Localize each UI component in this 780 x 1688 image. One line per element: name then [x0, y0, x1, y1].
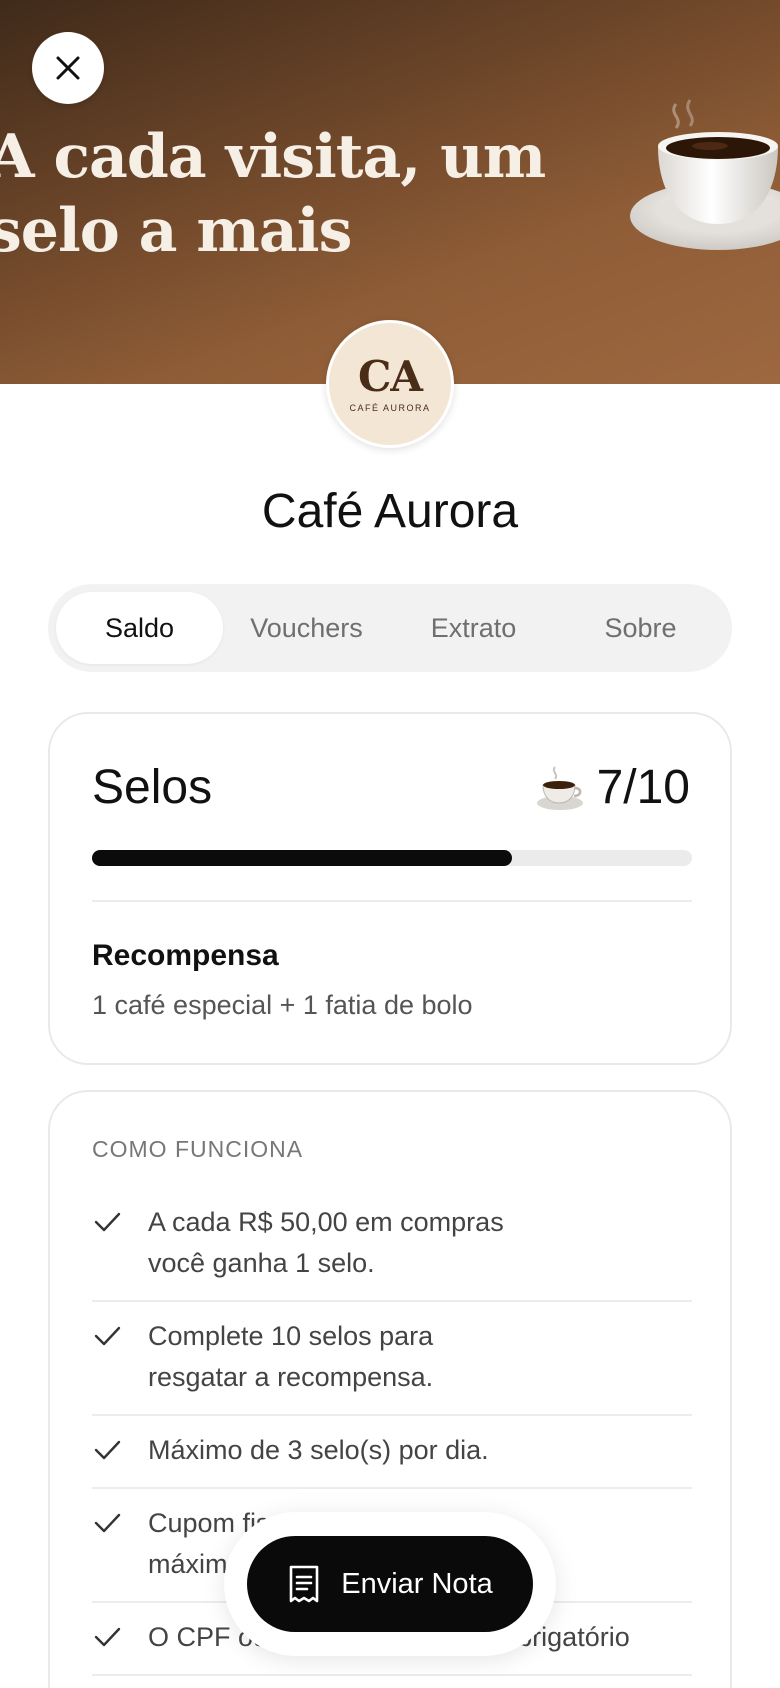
close-button[interactable] — [32, 32, 104, 104]
tab-bar: Saldo Vouchers Extrato Sobre — [48, 584, 732, 672]
check-icon — [94, 1513, 121, 1533]
receipt-icon — [289, 1565, 319, 1603]
check-icon — [94, 1326, 121, 1346]
stamps-progress-bar — [92, 850, 692, 866]
tab-vouchers[interactable]: Vouchers — [223, 592, 390, 664]
stamps-progress-fill — [92, 850, 512, 866]
logo-subtitle: CAFÉ AURORA — [349, 403, 431, 413]
store-name: Café Aurora — [261, 485, 519, 538]
stamps-count: 7/10 — [535, 758, 690, 818]
stamps-title: Selos — [92, 761, 213, 814]
list-item: Máximo de 3 selo(s) por dia. — [92, 1416, 692, 1489]
reward-description: 1 café especial + 1 fatia de bolo — [92, 990, 473, 1020]
how-it-works-heading: COMO FUNCIONA — [92, 1136, 304, 1162]
tab-extrato[interactable]: Extrato — [390, 592, 557, 664]
logo-monogram: CA — [357, 352, 423, 401]
list-item-text: A cada R$ 50,00 em compras você ganha 1 … — [148, 1207, 504, 1278]
tab-sobre[interactable]: Sobre — [557, 592, 724, 664]
stamps-card: Selos 7/10 Recompensa 1 café especial + … — [48, 712, 732, 1065]
hero-title: A cada visita, um selo a mais — [0, 120, 548, 268]
send-receipt-button[interactable]: Enviar Nota — [247, 1536, 533, 1632]
store-logo: CA CAFÉ AURORA — [326, 320, 454, 448]
hero-title-line-1: A cada visita, um — [0, 122, 546, 192]
check-icon — [94, 1440, 121, 1460]
list-item-text: Complete 10 selos para resgatar a recomp… — [148, 1321, 434, 1392]
list-item: Complete 10 selos para resgatar a recomp… — [92, 1302, 692, 1416]
send-receipt-label: Enviar Nota — [341, 1567, 493, 1600]
coffee-cup-illustration — [630, 99, 780, 250]
list-item-text: Máximo de 3 selo(s) por dia. — [148, 1435, 489, 1465]
divider — [92, 900, 692, 902]
tab-saldo[interactable]: Saldo — [56, 592, 223, 664]
check-icon — [94, 1212, 121, 1232]
stamps-count-text: 7/10 — [596, 761, 690, 814]
coffee-cup-icon — [536, 766, 583, 810]
hero-title-line-2: selo a mais — [0, 196, 352, 266]
check-icon — [94, 1627, 121, 1647]
close-icon — [56, 56, 80, 80]
reward-label: Recompensa — [92, 939, 279, 972]
list-item: A cada R$ 50,00 em compras você ganha 1 … — [92, 1188, 692, 1302]
